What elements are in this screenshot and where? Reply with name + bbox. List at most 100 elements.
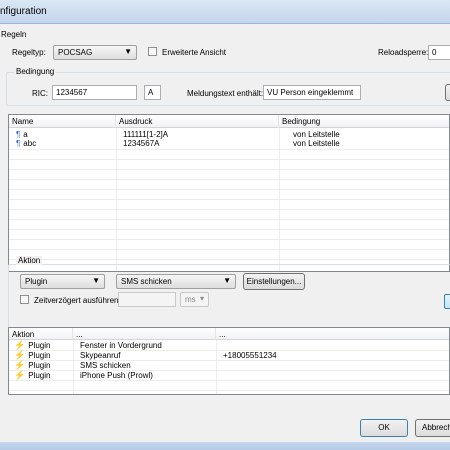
- grid-line: [9, 239, 449, 240]
- grid-line: [9, 380, 449, 381]
- action-col2: iPhone Push (Prowl): [80, 371, 153, 380]
- plugin-select[interactable]: SMS schicken ▼: [116, 274, 236, 289]
- unit-select[interactable]: ms ▾: [180, 292, 209, 307]
- window-bottom-border: [0, 442, 450, 450]
- chevron-down-icon: ▼: [223, 276, 231, 285]
- einstellungen-button[interactable]: Einstellungen...: [243, 273, 305, 290]
- grid-line: [9, 209, 449, 210]
- action-type: Plugin: [28, 351, 51, 360]
- grid-line: [9, 249, 449, 250]
- grid-line: [9, 199, 449, 200]
- action-type-cell: ⚡ Plugin: [11, 340, 73, 351]
- plugin-value: SMS schicken: [121, 277, 172, 286]
- action-type-cell: ⚡ Plugin: [11, 350, 73, 361]
- flag-icon: ¶: [16, 130, 21, 139]
- aktion-group-label: Aktion: [16, 256, 43, 265]
- grid-line: [9, 259, 449, 260]
- delay-input[interactable]: [118, 292, 176, 307]
- regeln-group-label: Regeln: [1, 30, 27, 39]
- title-bar: nfiguration: [0, 0, 450, 24]
- chevron-down-icon: ▼: [124, 47, 132, 56]
- window-title: nfiguration: [0, 6, 47, 17]
- reloadsperre-label: Reloadsperre:: [378, 48, 429, 57]
- rule-bedingung: von Leitstelle: [293, 139, 340, 148]
- rules-table[interactable]: Name Ausdruck Bedingung ¶ a 111111[1-2]A …: [8, 114, 450, 272]
- unit-value: ms: [185, 295, 196, 304]
- action-type: Plugin: [28, 361, 51, 370]
- rules-table-header: Name Ausdruck Bedingung: [9, 115, 449, 128]
- bolt-icon: ⚡: [14, 360, 26, 370]
- actions-table[interactable]: Aktion ... ... ⚡ Plugin Fenster in Vorder…: [8, 327, 450, 395]
- grid-line: [9, 179, 449, 180]
- column-header-ausdruck[interactable]: Ausdruck: [116, 115, 279, 128]
- table-row[interactable]: ¶ a 111111[1-2]A von Leitstelle: [9, 130, 449, 139]
- column-header-aktion[interactable]: Aktion: [9, 328, 73, 340]
- column-header-bedingung[interactable]: Bedingung: [279, 115, 449, 128]
- grid-line: [9, 159, 449, 160]
- rule-ausdruck: 111111[1-2]A: [123, 130, 169, 139]
- zeitverzoegert-checkbox[interactable]: [20, 295, 29, 304]
- action-type-cell: ⚡ Plugin: [11, 360, 73, 371]
- meldungstext-value: VU Person eingeklemmt: [267, 88, 354, 97]
- chevron-down-icon: ▾: [199, 294, 204, 303]
- action-col2: Skypeanruf: [80, 351, 121, 360]
- aktion-type-value: Plugin: [25, 277, 48, 286]
- cancel-button[interactable]: Abbrech: [415, 419, 450, 437]
- table-row[interactable]: ¶ abc 1234567A von Leitstelle: [9, 139, 449, 148]
- table-row[interactable]: ⚡ Plugin iPhone Push (Prowl): [9, 370, 449, 381]
- rule-bedingung: von Leitstelle: [293, 130, 340, 139]
- rule-name: a: [23, 130, 28, 139]
- reloadsperre-input[interactable]: 0: [428, 45, 450, 60]
- table-row[interactable]: ⚡ Plugin SMS schicken: [9, 360, 449, 371]
- grid-line: [9, 189, 449, 190]
- grid-line: [9, 169, 449, 170]
- ric-suffix-input[interactable]: A: [144, 85, 161, 100]
- flag-icon: ¶: [16, 139, 21, 148]
- column-header-name[interactable]: Name: [9, 115, 116, 128]
- rule-name: abc: [23, 139, 37, 148]
- regeltyp-label: Regeltyp:: [12, 48, 46, 57]
- meldungstext-input[interactable]: VU Person eingeklemmt: [263, 85, 361, 100]
- bolt-icon: ⚡: [14, 350, 26, 360]
- ric-suffix-value: A: [148, 88, 154, 97]
- bolt-icon: ⚡: [14, 340, 26, 350]
- bedingung-add-button[interactable]: [445, 84, 450, 101]
- actions-table-header: Aktion ... ...: [9, 328, 449, 340]
- regeltyp-select[interactable]: POCSAG ▼: [53, 45, 137, 60]
- erweiterte-ansicht-checkbox[interactable]: [148, 47, 157, 56]
- zeitverzoegert-label: Zeitverzögert ausführen: [34, 296, 119, 305]
- action-col3: +18005551234: [223, 351, 277, 360]
- add-action-icon[interactable]: [444, 294, 450, 309]
- grid-line: [9, 149, 449, 150]
- action-type: Plugin: [28, 371, 51, 380]
- rule-ausdruck: 1234567A: [123, 139, 160, 148]
- bedingung-group-label: Bedingung: [14, 67, 57, 76]
- chevron-down-icon: ▼: [92, 276, 100, 285]
- erweiterte-ansicht-label: Erweiterte Ansicht: [162, 48, 227, 57]
- dialog-client: Regeln Regeltyp: POCSAG ▼ Erweiterte Ans…: [0, 24, 450, 450]
- action-col2: Fenster in Vordergrund: [80, 341, 162, 350]
- action-col3: [220, 341, 449, 350]
- grid-line: [9, 219, 449, 220]
- bolt-icon: ⚡: [14, 370, 26, 380]
- regeltyp-value: POCSAG: [58, 48, 93, 57]
- rule-name-cell: ¶ a: [13, 130, 116, 139]
- aktion-type-select[interactable]: Plugin ▼: [20, 274, 105, 289]
- action-col2: SMS schicken: [80, 361, 131, 370]
- ric-value: 1234567: [56, 88, 88, 97]
- table-row[interactable]: ⚡ Plugin Fenster in Vordergrund: [9, 340, 449, 351]
- ok-button[interactable]: OK: [360, 419, 408, 437]
- meldungstext-label: Meldungstext enthält:: [187, 89, 264, 98]
- action-type: Plugin: [28, 341, 51, 350]
- action-col3: [220, 361, 449, 370]
- ric-input[interactable]: 1234567: [52, 85, 137, 100]
- action-type-cell: ⚡ Plugin: [11, 370, 73, 381]
- reloadsperre-value: 0: [432, 48, 437, 57]
- column-header-col3[interactable]: ...: [216, 328, 449, 340]
- rule-name-cell: ¶ abc: [13, 139, 116, 148]
- column-header-col2[interactable]: ...: [73, 328, 216, 340]
- action-col3: [220, 371, 449, 380]
- grid-line: [9, 390, 449, 391]
- table-row[interactable]: ⚡ Plugin Skypeanruf +18005551234: [9, 350, 449, 361]
- grid-line: [9, 229, 449, 230]
